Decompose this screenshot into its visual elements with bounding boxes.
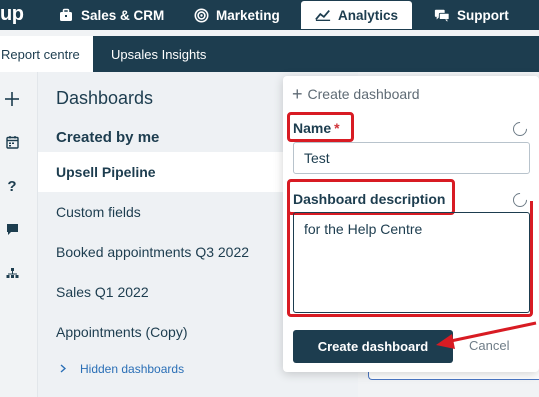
chart-line-icon bbox=[315, 7, 331, 23]
help-icon[interactable]: ? bbox=[0, 175, 24, 197]
org-chart-icon[interactable] bbox=[0, 262, 24, 284]
section-created-by-me: Created by me bbox=[56, 129, 160, 146]
panel-title: Dashboards bbox=[56, 88, 154, 108]
name-label-highlight bbox=[287, 112, 354, 142]
chat-icon bbox=[434, 7, 450, 23]
tab-upsales-insights[interactable]: Upsales Insights bbox=[111, 36, 206, 72]
nav-analytics-label: Analytics bbox=[338, 7, 399, 23]
briefcase-icon bbox=[58, 7, 74, 23]
target-icon bbox=[193, 7, 209, 23]
nav-sales-crm[interactable]: Sales & CRM bbox=[58, 0, 164, 30]
plus-icon[interactable] bbox=[0, 88, 24, 110]
comment-icon[interactable] bbox=[0, 218, 24, 240]
sub-navigation: Report centre Upsales Insights bbox=[0, 36, 539, 72]
top-navigation: up Sales & CRM Marketing Analytics Suppo… bbox=[0, 0, 539, 30]
nav-sales-crm-label: Sales & CRM bbox=[81, 7, 165, 23]
nav-support[interactable]: Support bbox=[434, 0, 509, 30]
hidden-dashboards-label: Hidden dashboards bbox=[80, 362, 185, 376]
create-dashboard-popover: + Create dashboard Name * Test Dashboard … bbox=[283, 76, 539, 372]
nav-support-label: Support bbox=[457, 7, 509, 23]
nav-marketing-label: Marketing bbox=[216, 7, 280, 23]
tab-report-centre[interactable]: Report centre bbox=[0, 36, 93, 72]
calendar-icon[interactable] bbox=[0, 131, 24, 153]
left-icon-rail: ? bbox=[0, 72, 38, 397]
app-logo[interactable]: up bbox=[0, 3, 24, 26]
create-dashboard-button[interactable]: Create dashboard bbox=[293, 330, 453, 363]
name-input[interactable]: Test bbox=[293, 142, 530, 174]
create-dashboard-link-label: Create dashboard bbox=[307, 86, 420, 102]
nav-analytics[interactable]: Analytics bbox=[301, 1, 413, 29]
create-dashboard-link[interactable]: + Create dashboard bbox=[292, 84, 420, 104]
plus-icon: + bbox=[292, 84, 303, 104]
nav-marketing[interactable]: Marketing bbox=[193, 0, 280, 30]
chevron-right-icon bbox=[60, 362, 67, 376]
description-field-highlight bbox=[287, 201, 533, 317]
cancel-button[interactable]: Cancel bbox=[469, 338, 509, 353]
hidden-dashboards-toggle[interactable]: Hidden dashboards bbox=[60, 362, 184, 376]
loading-spinner-icon bbox=[510, 119, 530, 139]
